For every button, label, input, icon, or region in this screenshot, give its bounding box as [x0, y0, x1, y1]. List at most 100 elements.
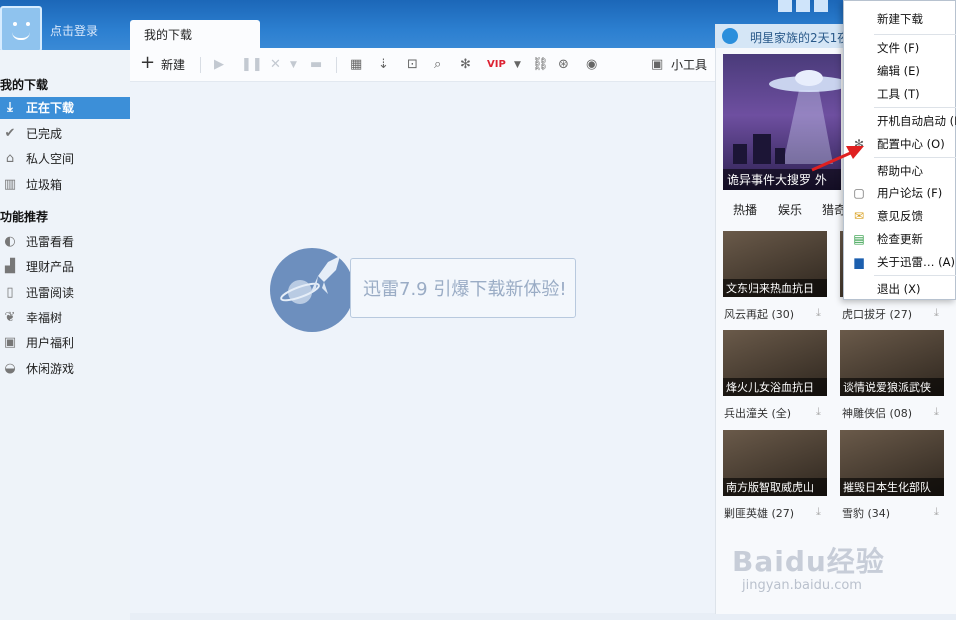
- sidebar-item-label: 迅雷看看: [26, 235, 75, 249]
- sidebar-item-user-benefits[interactable]: ▣ 用户福利: [0, 332, 130, 354]
- tools-button[interactable]: 小工具: [671, 56, 707, 74]
- video-title[interactable]: 剿匪英雄 (27): [724, 505, 794, 521]
- sort-icon[interactable]: ⇣: [378, 56, 389, 74]
- sidebar-item-label: 垃圾箱: [26, 178, 63, 192]
- link-icon[interactable]: ⛓: [532, 56, 549, 74]
- sidebar-item-label: 私人空间: [26, 152, 75, 166]
- detail-icon[interactable]: ⊡: [407, 56, 418, 74]
- video-thumb[interactable]: 烽火儿女浴血抗日: [723, 330, 827, 396]
- main-menu-dropdown: 新建下载 文件 (F) 编辑 (E) 工具 (T) 开机自动启动 (B ✻ 配置…: [843, 0, 956, 300]
- video-caption: 摧毁日本生化部队: [840, 478, 944, 496]
- promo-banner[interactable]: 迅雷7.9 引爆下载新体验!: [270, 248, 580, 332]
- gear-icon[interactable]: ✻: [460, 56, 471, 74]
- sidebar-item-games[interactable]: ◒ 休闲游戏: [0, 358, 130, 380]
- tab-hot[interactable]: 热播: [733, 201, 757, 218]
- tab-entertainment[interactable]: 娱乐: [778, 201, 802, 218]
- forum-icon: ▢: [853, 186, 865, 200]
- video-title[interactable]: 虎口拔牙 (27): [842, 306, 912, 322]
- download-icon[interactable]: ⤓: [816, 506, 828, 518]
- menu-item-feedback[interactable]: ✉ 意见反馈: [844, 205, 956, 227]
- sidebar-item-finance[interactable]: ▟ 理财产品: [0, 256, 130, 278]
- sidebar-item-private[interactable]: ⌂ 私人空间: [0, 148, 130, 170]
- download-icon[interactable]: ⤓: [816, 307, 828, 319]
- video-thumb[interactable]: 摧毁日本生化部队: [840, 430, 944, 496]
- video-title[interactable]: 雪豹 (34): [842, 505, 890, 521]
- login-link[interactable]: 点击登录: [50, 22, 98, 39]
- sidebar-item-label: 已完成: [26, 127, 63, 141]
- gift-icon: ▣: [3, 335, 17, 350]
- finance-icon: ▟: [5, 259, 15, 274]
- trash-icon: ▥: [3, 177, 17, 192]
- menu-item-new-download[interactable]: 新建下载: [844, 8, 956, 30]
- toolbox-icon[interactable]: ▣: [651, 56, 663, 74]
- sidebar-item-downloading[interactable]: ⤓ 正在下载: [0, 97, 136, 119]
- avatar[interactable]: [0, 6, 42, 52]
- sidebar-item-label: 理财产品: [26, 260, 75, 274]
- grid-view-icon[interactable]: ▦: [350, 56, 362, 74]
- menu-item-exit[interactable]: 退出 (X): [844, 278, 956, 300]
- download-icon[interactable]: ⤓: [934, 406, 946, 418]
- video-caption: 烽火儿女浴血抗日: [723, 378, 827, 396]
- mail-icon: ✉: [853, 209, 865, 223]
- leaf-icon: ❦: [4, 310, 16, 325]
- menu-item-autostart[interactable]: 开机自动启动 (B: [844, 110, 956, 132]
- sidebar-item-label: 休闲游戏: [26, 362, 75, 376]
- menu-item-check-update[interactable]: ▤ 检查更新: [844, 228, 956, 250]
- video-thumb[interactable]: 谈情说爱狼派武侠: [840, 330, 944, 396]
- window-controls[interactable]: [778, 0, 838, 14]
- video-thumb[interactable]: 文东归来热血抗日: [723, 231, 827, 297]
- plus-icon[interactable]: +: [140, 54, 155, 72]
- main-content: + 新建 ▶ ❚❚ ✕ ▼ ▬ ▦ ⇣ ⊡ ⌕ ✻ VIP ▼ ⛓ ⊛ ◉ ▣ …: [130, 48, 715, 613]
- menu-item-config-center[interactable]: ✻ 配置中心 (O): [844, 133, 956, 155]
- menu-item-tools[interactable]: 工具 (T): [844, 83, 956, 105]
- promo-text: 迅雷7.9 引爆下载新体验!: [350, 258, 576, 318]
- video-title[interactable]: 兵出潼关 (全): [724, 405, 791, 421]
- sidebar-item-completed[interactable]: ✔ 已完成: [0, 123, 130, 145]
- video-thumb[interactable]: 南方版智取威虎山: [723, 430, 827, 496]
- globe-icon: [722, 28, 738, 44]
- download-icon[interactable]: ⤓: [816, 406, 828, 418]
- menu-item-file[interactable]: 文件 (F): [844, 37, 956, 59]
- film-icon[interactable]: ⊛: [558, 56, 569, 74]
- menu-item-edit[interactable]: 编辑 (E): [844, 60, 956, 82]
- rocket-icon: [270, 248, 354, 332]
- featured-banner[interactable]: 诡异事件大搜罗 外: [723, 54, 841, 190]
- globe-icon[interactable]: ◉: [586, 56, 597, 74]
- menu-item-user-forum[interactable]: ▢ 用户论坛 (F): [844, 182, 956, 204]
- delete-icon[interactable]: ✕: [270, 56, 281, 74]
- folder-icon[interactable]: ▬: [310, 56, 322, 74]
- sidebar-section-title: 我的下载: [0, 78, 49, 92]
- menu-item-help-center[interactable]: 帮助中心: [844, 160, 956, 182]
- play-icon[interactable]: ▶: [214, 56, 224, 74]
- check-icon: ✔: [4, 126, 16, 141]
- sidebar-item-label: 迅雷阅读: [26, 286, 75, 300]
- banner-caption: 诡异事件大搜罗 外: [723, 169, 841, 190]
- chevron-down-icon[interactable]: ▼: [514, 56, 521, 74]
- watermark-logo: Baidu经验: [732, 545, 885, 578]
- video-caption: 文东归来热血抗日: [723, 279, 827, 297]
- sidebar-item-reading[interactable]: ▯ 迅雷阅读: [0, 282, 130, 304]
- panel-header-title: 明星家族的2天1夜: [750, 31, 850, 45]
- video-title[interactable]: 风云再起 (30): [724, 306, 794, 322]
- sidebar-item-happy-tree[interactable]: ❦ 幸福树: [0, 307, 130, 329]
- video-caption: 谈情说爱狼派武侠: [840, 378, 944, 396]
- shield-play-icon: ◐: [4, 234, 16, 249]
- video-title[interactable]: 神雕侠侣 (08): [842, 405, 912, 421]
- toolbar: + 新建 ▶ ❚❚ ✕ ▼ ▬ ▦ ⇣ ⊡ ⌕ ✻ VIP ▼ ⛓ ⊛ ◉ ▣ …: [130, 48, 715, 82]
- gamepad-icon: ◒: [4, 361, 16, 376]
- pause-icon[interactable]: ❚❚: [241, 56, 263, 74]
- new-task-button[interactable]: 新建: [161, 56, 185, 74]
- sidebar-item-trash[interactable]: ▥ 垃圾箱: [0, 174, 130, 196]
- menu-item-about[interactable]: ▆ 关于迅雷… (A): [844, 251, 956, 273]
- watermark-url: jingyan.baidu.com: [742, 578, 862, 593]
- search-icon[interactable]: ⌕: [434, 56, 441, 74]
- download-icon[interactable]: ⤓: [934, 307, 946, 319]
- sidebar-item-xunlei-kankan[interactable]: ◐ 迅雷看看: [0, 231, 130, 253]
- chevron-down-icon[interactable]: ▼: [290, 56, 297, 74]
- vip-icon[interactable]: VIP: [487, 56, 506, 74]
- sidebar-item-label: 正在下载: [26, 101, 75, 115]
- sidebar-item-label: 用户福利: [26, 336, 75, 350]
- download-icon: ⤓: [7, 100, 13, 115]
- download-icon[interactable]: ⤓: [934, 506, 946, 518]
- tab-my-downloads[interactable]: 我的下载: [130, 20, 260, 48]
